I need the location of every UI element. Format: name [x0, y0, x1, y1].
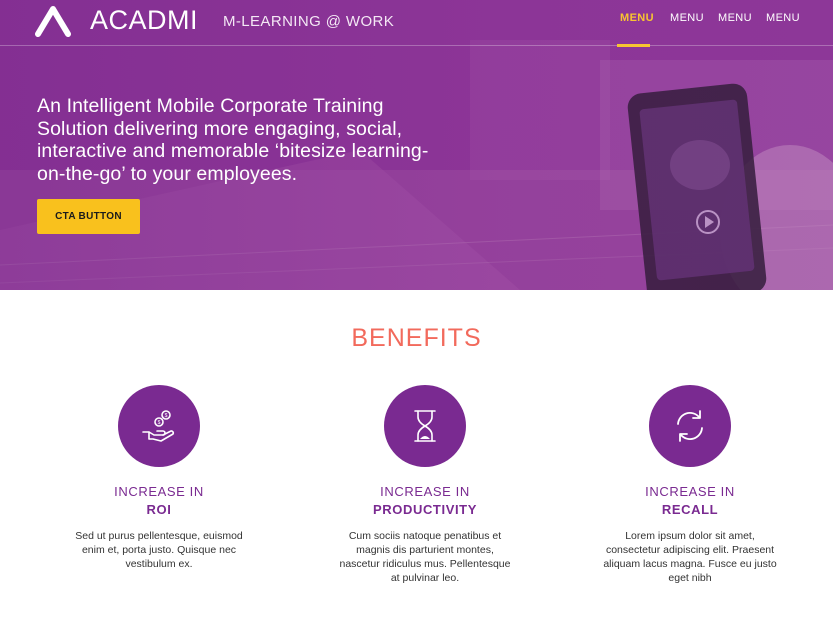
hero-section: ACADMI M-LEARNING @ WORK MENU MENU MENU … [0, 0, 833, 290]
acadmi-a-logo-icon[interactable] [34, 4, 72, 38]
nav-menu-item-1[interactable]: MENU [620, 12, 654, 24]
benefit-heading-line2: PRODUCTIVITY [373, 502, 477, 517]
brand-logo-text[interactable]: ACADMI [90, 5, 198, 36]
benefit-icon-circle [649, 385, 731, 467]
brand-tagline: M-LEARNING @ WORK [223, 13, 395, 30]
hero-headline: An Intelligent Mobile Corporate Training… [37, 95, 429, 185]
benefit-heading-line1: INCREASE IN [114, 484, 204, 499]
benefit-heading-line1: INCREASE IN [380, 484, 470, 499]
benefit-heading-line2: ROI [146, 502, 172, 517]
nav-menu-item-4[interactable]: MENU [766, 12, 800, 24]
cta-button[interactable]: CTA BUTTON [37, 199, 140, 234]
benefit-productivity: INCREASE IN PRODUCTIVITY Cum sociis nato… [315, 385, 535, 585]
refresh-icon [677, 410, 703, 442]
benefit-description: Sed ut purus pellentesque, euismod enim … [75, 530, 243, 570]
benefit-recall: INCREASE IN RECALL Lorem ipsum dolor sit… [580, 385, 800, 585]
benefit-roi: $ $ INCREASE IN ROI Sed ut purus pellent… [49, 385, 269, 571]
svg-text:$: $ [158, 420, 161, 426]
nav-menu-item-3[interactable]: MENU [718, 12, 752, 24]
benefit-description: Cum sociis natoque penatibus et magnis d… [339, 530, 511, 584]
top-navigation: ACADMI M-LEARNING @ WORK MENU MENU MENU … [0, 0, 833, 47]
benefit-heading-line1: INCREASE IN [645, 484, 735, 499]
benefit-icon-circle [384, 385, 466, 467]
nav-menu-item-2[interactable]: MENU [670, 12, 704, 24]
benefit-icon-circle: $ $ [118, 385, 200, 467]
svg-text:$: $ [165, 413, 168, 419]
active-menu-underline [617, 44, 650, 47]
benefit-heading-line2: RECALL [661, 502, 719, 517]
money-hand-icon: $ $ [142, 410, 175, 442]
benefits-title: BENEFITS [351, 324, 482, 352]
hourglass-icon [414, 410, 436, 442]
benefit-description: Lorem ipsum dolor sit amet, consectetur … [603, 530, 777, 584]
